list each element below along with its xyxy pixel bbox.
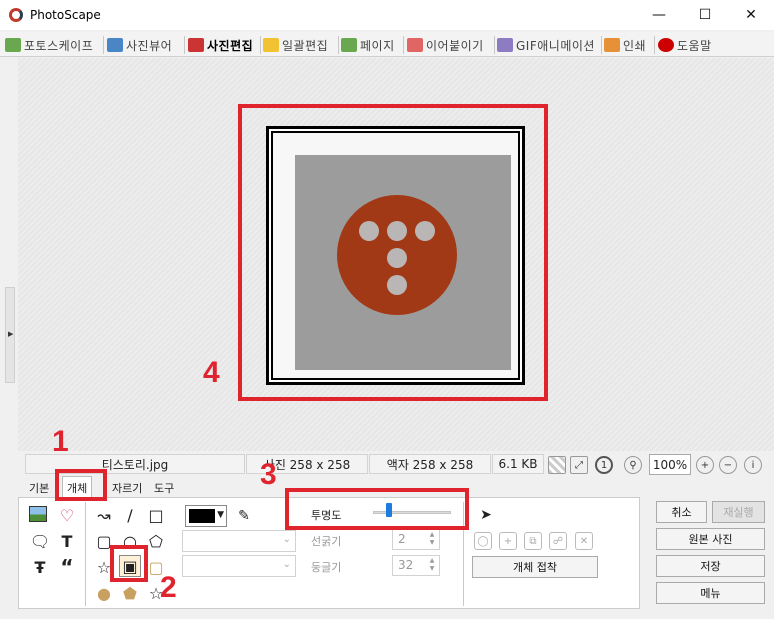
object-copy-icon[interactable]: ⧉ xyxy=(524,532,542,550)
pentagon-tool-icon[interactable]: ⬠ xyxy=(145,530,167,552)
help-icon xyxy=(658,38,674,52)
tab-label: GIF애니메이션 xyxy=(516,38,595,53)
roundness-label: 둥글기 xyxy=(311,561,342,574)
tab-label: 사진뷰어 xyxy=(126,38,173,53)
annotation-number-4: 4 xyxy=(203,356,220,389)
annotation-number-2: 2 xyxy=(160,571,177,604)
close-button[interactable]: ✕ xyxy=(728,0,774,30)
side-panel-toggle[interactable]: ▶ xyxy=(5,287,15,383)
tab-photo-editor[interactable]: 사진편집 xyxy=(188,34,253,56)
arrow-line-icon[interactable]: ↝ xyxy=(93,504,115,526)
status-bar: 티스토리.jpg 사진 258 x 258 액자 258 x 258 6.1 K… xyxy=(18,453,774,475)
tab-label: 페이지 xyxy=(360,38,395,53)
annotation-box-4 xyxy=(238,104,548,401)
tab-label: 인쇄 xyxy=(623,38,647,53)
eyedropper-icon[interactable]: ✎ xyxy=(233,505,255,527)
zoom-out-icon[interactable]: − xyxy=(719,456,737,474)
redo-button[interactable]: 재실행 xyxy=(712,501,765,523)
zoom-level-field[interactable]: 100% xyxy=(649,454,691,475)
spinner-arrows-icon: ▲ ▼ xyxy=(429,557,435,572)
tab-batch-edit[interactable]: 일괄편집 xyxy=(263,34,328,56)
tab-help[interactable]: 도움말 xyxy=(658,34,712,56)
print-icon xyxy=(604,38,620,52)
insert-clipart-heart-icon[interactable]: ♡ xyxy=(56,504,78,526)
tab-combine[interactable]: 이어붙이기 xyxy=(407,34,484,56)
tab-label: 일괄편집 xyxy=(282,38,329,53)
chevron-down-icon: ⌄ xyxy=(282,559,291,570)
tab-label: 이어붙이기 xyxy=(426,38,484,53)
filled-circle-tool-icon[interactable]: ● xyxy=(93,582,115,604)
tab-print[interactable]: 인쇄 xyxy=(604,34,646,56)
tab-label: 포토스케이프 xyxy=(24,38,94,53)
insert-photo-icon[interactable] xyxy=(29,506,47,522)
original-photo-button[interactable]: 원본 사진 xyxy=(656,528,765,550)
rectangle-tool-icon[interactable]: □ xyxy=(145,504,167,526)
photoscape-logo-icon xyxy=(9,8,23,22)
tab-photo-viewer[interactable]: 사진뷰어 xyxy=(107,34,172,56)
line-width-label: 선굵기 xyxy=(311,535,342,548)
minimize-button[interactable]: — xyxy=(636,0,682,30)
save-button[interactable]: 저장 xyxy=(656,555,765,577)
subtab-crop[interactable]: 자르기 xyxy=(108,478,146,498)
window-title: PhotoScape xyxy=(30,8,101,22)
color-swatch xyxy=(189,509,215,523)
batch-edit-icon xyxy=(263,38,279,52)
object-delete-icon[interactable]: ✕ xyxy=(575,532,593,550)
line-tool-icon[interactable]: ∕ xyxy=(119,504,141,526)
file-size-label: 6.1 KB xyxy=(492,454,544,474)
info-icon[interactable]: i xyxy=(744,456,762,474)
photo-viewer-icon xyxy=(107,38,123,52)
text-tool-icon[interactable]: T xyxy=(56,530,78,552)
photo-editor-icon xyxy=(188,38,204,52)
shadow-style-dropdown[interactable]: ⌄ xyxy=(182,555,296,577)
actual-size-icon[interactable]: 1 xyxy=(595,456,613,474)
chevron-right-icon: ▶ xyxy=(8,330,14,338)
cancel-button[interactable]: 취소 xyxy=(656,501,707,523)
title-bar: PhotoScape — ☐ ✕ xyxy=(0,0,774,30)
frame-size-label: 액자 258 x 258 xyxy=(369,454,491,474)
tab-label: 사진편집 xyxy=(207,38,254,53)
text-frame-icon[interactable]: Ŧ xyxy=(29,556,51,578)
line-style-dropdown[interactable]: ⌄ xyxy=(182,530,296,552)
main-tab-bar: 포토스케이프 사진뷰어 사진편집 일괄편집 페이지 이어붙이기 GIF애니메이션… xyxy=(0,32,774,57)
zoom-in-icon[interactable]: + xyxy=(696,456,714,474)
annotation-box-3 xyxy=(285,488,469,530)
annotation-box-1 xyxy=(55,469,107,501)
color-picker-button[interactable]: ▼ xyxy=(185,505,227,527)
zoom-fit-icon[interactable]: ⚲ xyxy=(624,456,642,474)
page-icon xyxy=(341,38,357,52)
speech-balloon-icon[interactable]: 🗨 xyxy=(29,530,51,552)
spinner-arrows-icon: ▲ ▼ xyxy=(429,531,435,546)
maximize-button[interactable]: ☐ xyxy=(682,0,728,30)
roundness-spinner[interactable]: 32 ▲ ▼ xyxy=(392,555,440,576)
object-order-icon[interactable]: ◯ xyxy=(474,532,492,550)
quote-text-icon[interactable]: “ xyxy=(56,555,78,579)
fit-window-icon[interactable]: ⤢ xyxy=(570,456,588,474)
subtab-tools[interactable]: 도구 xyxy=(150,478,178,498)
line-width-spinner[interactable]: 2 ▲ ▼ xyxy=(392,529,440,550)
annotation-number-1: 1 xyxy=(52,425,69,458)
roundness-value: 32 xyxy=(398,558,414,572)
transparency-grid-icon[interactable] xyxy=(548,456,566,474)
line-width-value: 2 xyxy=(398,532,406,546)
photoscape-window: PhotoScape — ☐ ✕ 포토스케이프 사진뷰어 사진편집 일괄편집 페… xyxy=(0,0,774,619)
chevron-down-icon: ⌄ xyxy=(282,534,291,545)
chevron-down-icon: ▼ xyxy=(217,510,224,520)
annotation-box-2 xyxy=(110,545,148,582)
cursor-icon[interactable]: ➤ xyxy=(475,504,497,526)
object-front-icon[interactable]: + xyxy=(499,532,517,550)
gif-animation-icon xyxy=(497,38,513,52)
combine-icon xyxy=(407,38,423,52)
tab-label: 도움말 xyxy=(677,38,712,53)
tab-photoscape[interactable]: 포토스케이프 xyxy=(5,34,93,56)
tab-page[interactable]: 페이지 xyxy=(341,34,395,56)
filled-pentagon-tool-icon[interactable]: ⬟ xyxy=(119,582,141,604)
tab-gif-animation[interactable]: GIF애니메이션 xyxy=(497,34,595,56)
annotation-number-3: 3 xyxy=(260,458,277,491)
stick-object-button[interactable]: 개체 접착 xyxy=(472,556,598,578)
subtab-basic[interactable]: 기본 xyxy=(25,478,53,498)
object-group-icon[interactable]: ☍ xyxy=(549,532,567,550)
photoscape-book-icon xyxy=(5,38,21,52)
menu-button[interactable]: 메뉴 xyxy=(656,582,765,604)
